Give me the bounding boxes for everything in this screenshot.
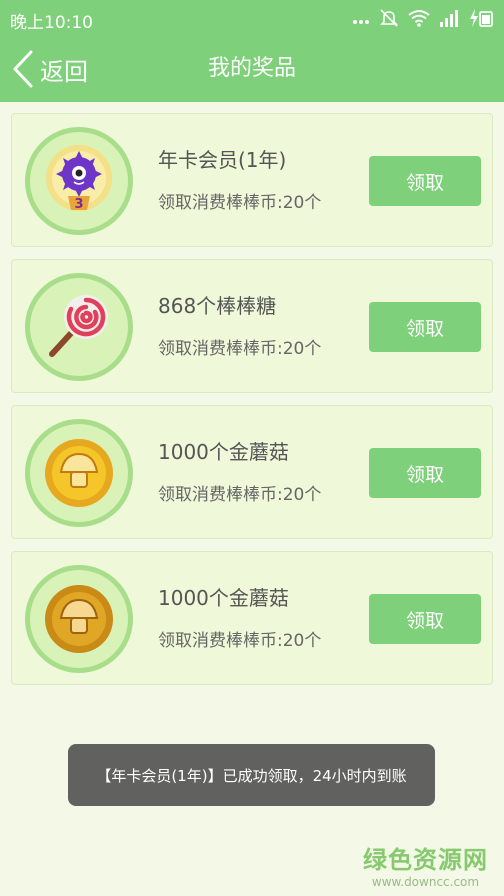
toast-text: 【年卡会员(1年)】已成功领取，24小时内到账	[96, 766, 407, 785]
prize-card: 868个棒棒糖 领取消费棒棒币:20个 领取	[11, 259, 493, 393]
watermark-url: www.downcc.com	[371, 875, 480, 889]
toast-message: 【年卡会员(1年)】已成功领取，24小时内到账	[68, 744, 435, 806]
prize-card: 1000个金蘑菇 领取消费棒棒币:20个 领取	[11, 551, 493, 685]
nav-bar: 返回 我的奖品	[0, 36, 504, 102]
claim-button[interactable]: 领取	[369, 594, 481, 644]
prize-cost: 领取消费棒棒币:20个	[158, 339, 322, 359]
lollipop-icon	[25, 273, 133, 381]
claim-button[interactable]: 领取	[369, 156, 481, 206]
signal-dots-icon	[353, 20, 369, 24]
prize-card: 1000个金蘑菇 领取消费棒棒币:20个 领取	[11, 405, 493, 539]
prize-name: 年卡会员(1年)	[158, 148, 287, 172]
gold-mushroom-coin-icon	[25, 419, 133, 527]
prize-cost: 领取消费棒棒币:20个	[158, 485, 322, 505]
status-bar: 晚上10:10	[0, 0, 504, 36]
prize-cost: 领取消费棒棒币:20个	[158, 631, 322, 651]
claim-button[interactable]: 领取	[369, 448, 481, 498]
prize-card: 3 年卡会员(1年) 领取消费棒棒币:20个 领取	[11, 113, 493, 247]
prize-cost: 领取消费棒棒币:20个	[158, 193, 322, 213]
watermark: 绿色资源网 www.downcc.com	[363, 840, 488, 889]
page-title: 我的奖品	[207, 56, 296, 81]
badge-number: 3	[74, 197, 83, 212]
prize-name: 868个棒棒糖	[158, 294, 277, 318]
prize-list: 3 年卡会员(1年) 领取消费棒棒币:20个 领取 868个棒棒糖 领取消费棒棒…	[11, 113, 493, 697]
status-icons	[352, 8, 494, 28]
mute-icon	[380, 9, 398, 27]
charging-icon	[470, 9, 493, 27]
cell-signal-icon	[440, 10, 458, 27]
prize-name: 1000个金蘑菇	[158, 586, 289, 610]
purple-monster-badge-icon: 3	[25, 127, 133, 235]
prize-name: 1000个金蘑菇	[158, 440, 289, 464]
gold-mushroom-coin-icon	[25, 565, 133, 673]
wifi-icon	[408, 10, 430, 27]
status-time: 晚上10:10	[10, 13, 93, 33]
watermark-title: 绿色资源网	[363, 846, 488, 874]
claim-button[interactable]: 领取	[369, 302, 481, 352]
